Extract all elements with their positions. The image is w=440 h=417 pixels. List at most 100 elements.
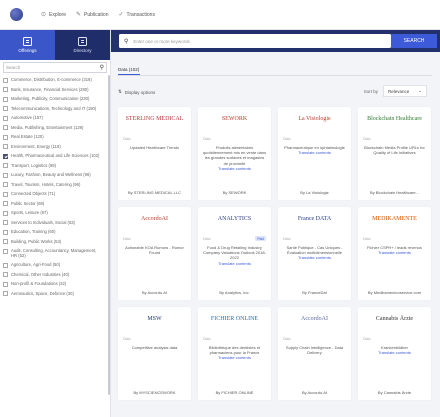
checkbox[interactable] — [3, 248, 8, 254]
offering-card[interactable]: AccordoAI Data Actionable KOA Rumors - Rum… — [118, 207, 191, 300]
category-filter-item[interactable]: Marketing, Publicity, Communication (230… — [3, 94, 107, 104]
checkbox[interactable] — [3, 144, 8, 149]
translate-link[interactable]: Translate contents — [282, 255, 347, 260]
checkbox[interactable] — [3, 272, 8, 277]
tab-offerings[interactable]: Offerings — [0, 30, 55, 60]
category-filter-item[interactable]: Bank, Insurance, Financial Services (280… — [3, 85, 107, 95]
tab-data[interactable]: Data (102) — [118, 67, 140, 75]
provider-name[interactable]: By FranceDat — [282, 290, 347, 295]
category-filter-item[interactable]: Connected Objects (71) — [3, 189, 107, 199]
provider-name[interactable]: By Accordo.AI — [122, 290, 187, 295]
provider-name[interactable]: By Medikamentcoservice.com — [362, 290, 427, 295]
keyword-search-input[interactable]: ⚲ Enter one or more keywords — [119, 34, 391, 48]
category-filter-item[interactable]: Media, Publishing, Entertainment (129) — [3, 123, 107, 133]
search-icon[interactable]: ⚲ — [100, 64, 104, 71]
offering-title[interactable]: Krankenbildber Translate contents — [362, 345, 427, 355]
translate-link[interactable]: Translate contents — [202, 261, 267, 266]
offering-title[interactable]: Fichier CSPH+ / leads revenus Translate c… — [362, 245, 427, 255]
display-options-button[interactable]: ⇅ Display options — [118, 89, 155, 95]
checkbox-checked[interactable] — [3, 153, 8, 159]
offering-card[interactable]: ANALYTICS Data Paid Food & Drug Retailing I… — [198, 207, 271, 300]
offering-title[interactable]: Santé Publique - Cas Uniques - Évaluatio… — [282, 245, 347, 261]
nav-transactions[interactable]: ✓ Transactions — [118, 11, 154, 19]
offering-card[interactable]: MEDIKAMENTE Data Fichier CSPH+ / leads rev… — [358, 207, 431, 300]
provider-name[interactable]: By STERLING MEDICAL LLC — [122, 190, 187, 195]
category-filter-item[interactable]: Audit, Consulting, Accountancy, Manageme… — [3, 246, 107, 260]
category-filter-item[interactable]: Commerce, Distribution, E-commerce (319) — [3, 75, 107, 85]
checkbox[interactable] — [3, 281, 8, 287]
category-filter-item[interactable]: Education, Training (60) — [3, 227, 107, 237]
category-filter-item[interactable]: Public Sector (69) — [3, 199, 107, 209]
app-logo[interactable] — [10, 8, 23, 21]
provider-name[interactable]: By Blockchain Healthcare... — [362, 190, 427, 195]
provider-name[interactable]: By SEWORK — [202, 190, 267, 195]
offering-title[interactable]: Produits alimentaires quotidiennement mi… — [202, 145, 267, 171]
nav-publication[interactable]: ✎ Publication — [76, 11, 109, 19]
provider-name[interactable]: By La Visiologie — [282, 190, 347, 195]
sidebar-search-input[interactable]: Search ⚲ — [3, 62, 107, 73]
checkbox[interactable] — [3, 115, 8, 121]
category-filter-item[interactable]: Automotive (157) — [3, 113, 107, 123]
checkbox[interactable] — [3, 191, 8, 197]
category-filter-item[interactable]: Environment, Energy (119) — [3, 142, 107, 152]
offering-card[interactable]: France DATA Data Santé Publique - Cas Uniq… — [278, 207, 351, 300]
offering-card[interactable]: STERLING MEDICAL Data Updated Healthcare T… — [118, 107, 191, 200]
checkbox[interactable] — [3, 134, 8, 140]
offering-title[interactable]: Blockchain Media Profile URLs for Qualit… — [362, 145, 427, 155]
category-filter-item[interactable]: Travel, Tourism, Hotels, Catering (96) — [3, 180, 107, 190]
provider-name[interactable]: By Cannabis Ärzte — [362, 390, 427, 395]
offering-card[interactable]: Cannabis Ärzte Data Krankenbildber Translat… — [358, 307, 431, 400]
category-filter-item[interactable]: Building, Public Works (53) — [3, 237, 107, 247]
checkbox[interactable] — [3, 87, 8, 92]
checkbox[interactable] — [3, 229, 8, 235]
search-button[interactable]: SEARCH — [391, 34, 437, 48]
offering-card[interactable]: AccordoAI Data Supply Chain Intelligence -… — [278, 307, 351, 400]
offering-title[interactable]: Bibliothèque des dentistes et pharmacien… — [202, 345, 267, 361]
provider-name[interactable]: By MYSCIENCEWORK — [122, 390, 187, 395]
checkbox[interactable] — [3, 220, 8, 225]
category-filter-item[interactable]: Real Estate (120) — [3, 132, 107, 142]
category-filter-item[interactable]: Agriculture, Agri-Food (50) — [3, 260, 107, 270]
translate-link[interactable]: Translate contents — [202, 355, 267, 360]
category-filter-item[interactable]: Luxury, Fashion, Beauty and Wellness (96… — [3, 170, 107, 180]
offering-card[interactable]: FICHIER ONLINE Data Bibliothèque des denti… — [198, 307, 271, 400]
checkbox[interactable] — [3, 201, 8, 206]
checkbox[interactable] — [3, 125, 8, 130]
category-filter-item[interactable]: Chemical, Other Industries (40) — [3, 270, 107, 280]
checkbox[interactable] — [3, 239, 8, 244]
translate-link[interactable]: Translate contents — [282, 150, 347, 155]
checkbox[interactable] — [3, 262, 8, 268]
checkbox[interactable] — [3, 106, 8, 111]
offering-title[interactable]: Updated Healthcare Trends — [122, 145, 187, 150]
provider-name[interactable]: By FICHIER ONLINE — [202, 390, 267, 395]
offering-title[interactable]: Food & Drug Retailing Industry Company V… — [202, 245, 267, 266]
sidebar-scrollbar[interactable] — [108, 75, 110, 395]
nav-explore[interactable]: ⊙ Explore — [41, 11, 66, 19]
checkbox[interactable] — [3, 291, 8, 296]
checkbox[interactable] — [3, 182, 8, 187]
offering-title[interactable]: Competitive analysis data — [122, 345, 187, 350]
checkbox[interactable] — [3, 172, 8, 178]
translate-link[interactable]: Translate contents — [362, 250, 427, 255]
checkbox[interactable] — [3, 163, 8, 168]
translate-link[interactable]: Translate contents — [362, 350, 427, 355]
category-filter-item[interactable]: Telecommunications, Technology and IT (1… — [3, 104, 107, 114]
offering-title[interactable]: Supply Chain Intelligence - Data Deliver… — [282, 345, 347, 355]
translate-link[interactable]: Translate contents — [202, 166, 267, 171]
offering-card[interactable]: SEWORK Data Produits alimentaires quotidie… — [198, 107, 271, 200]
category-filter-item[interactable]: Health, Pharmaceutical and Life Sciences… — [3, 151, 107, 161]
provider-name[interactable]: By Analytics, Inc. — [202, 290, 267, 295]
checkbox[interactable] — [3, 77, 8, 83]
provider-name[interactable]: By Accordo.AI — [282, 390, 347, 395]
offering-card[interactable]: La Visiologie Data Pharmaceutique en ophta… — [278, 107, 351, 200]
category-filter-item[interactable]: Services to Individuals, Social (63) — [3, 218, 107, 228]
category-filter-item[interactable]: Sports, Leisure (67) — [3, 208, 107, 218]
tab-directory[interactable]: Directory — [55, 30, 110, 60]
offering-card[interactable]: MSW Data Competitive analysis data By MYSCI… — [118, 307, 191, 400]
category-filter-item[interactable]: Non-profit & Foundations (32) — [3, 279, 107, 289]
checkbox[interactable] — [3, 96, 8, 102]
sort-select[interactable]: Relevance ⌄ — [383, 85, 427, 97]
checkbox[interactable] — [3, 210, 8, 216]
offering-card[interactable]: Blockchain Healthcare Data Blockchain Medi… — [358, 107, 431, 200]
offering-title[interactable]: Pharmaceutique en ophtalmologie Translate… — [282, 145, 347, 155]
